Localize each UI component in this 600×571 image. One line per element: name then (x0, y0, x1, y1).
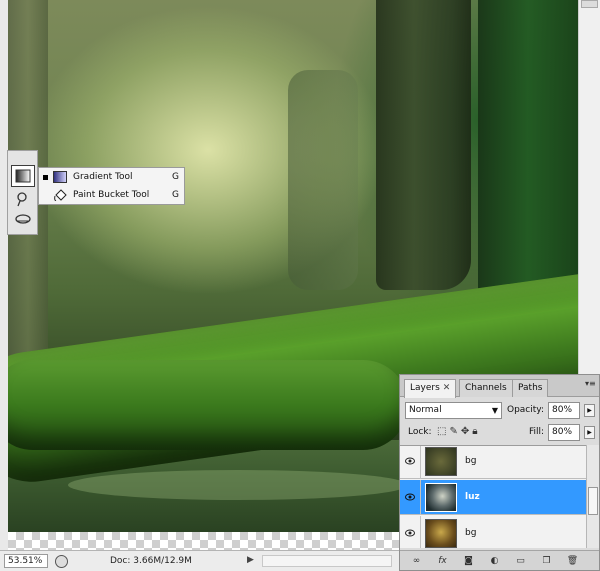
layer-row[interactable]: luz (400, 480, 586, 515)
opacity-slider-arrow-icon[interactable]: ▶ (584, 404, 595, 417)
lock-paint-icon[interactable]: ✎ (449, 426, 460, 437)
dodge-tool-button[interactable] (11, 188, 35, 210)
gradient-tool-button[interactable] (11, 165, 35, 187)
tab-layers[interactable]: Layers ✕ (404, 379, 457, 398)
gradient-icon (15, 169, 31, 183)
flyout-item-shortcut: G (172, 172, 179, 182)
tab-channels[interactable]: Channels (459, 379, 513, 397)
zoom-field[interactable]: 53.51% (4, 554, 48, 568)
layer-row[interactable]: bg (400, 516, 586, 548)
chevron-down-icon: ▼ (491, 406, 498, 415)
new-layer-icon[interactable]: ❐ (540, 555, 553, 567)
tab-label: Channels (465, 383, 507, 393)
fill-input[interactable]: 80% (548, 424, 580, 441)
mask-icon[interactable]: ◙ (462, 555, 475, 567)
tool-flyout-menu: Gradient Tool G Paint Bucket Tool G (38, 167, 185, 205)
panel-menu-icon[interactable]: ▾≡ (585, 379, 596, 388)
scroll-grip[interactable] (588, 487, 598, 515)
tree-trunk-mid (288, 70, 358, 290)
tab-label: Paths (518, 383, 543, 393)
panel-tabs: Layers ✕ Channels Paths ▾≡ (400, 375, 599, 398)
eye-icon[interactable] (405, 529, 415, 537)
close-icon[interactable]: ✕ (443, 383, 451, 393)
layer-name: luz (465, 492, 480, 502)
layer-list: bg luz bg (400, 445, 586, 548)
dodge-icon (17, 192, 27, 207)
flyout-item-shortcut: G (172, 190, 179, 200)
lock-move-icon[interactable]: ✥ (461, 426, 472, 437)
adjustment-icon[interactable]: ◐ (488, 555, 501, 567)
layers-panel: Layers ✕ Channels Paths ▾≡ Normal ▼ Opaci… (399, 374, 600, 571)
paint-bucket-icon (54, 189, 67, 201)
lock-label: Lock: (408, 427, 432, 437)
trash-icon[interactable]: 🗑︎ (566, 555, 579, 567)
mossy-log-front (8, 360, 408, 450)
tree-trunk-center (376, 0, 471, 290)
fill-label: Fill: (529, 427, 545, 437)
layer-thumbnail (425, 447, 457, 476)
layer-name: bg (465, 528, 477, 538)
divider (420, 480, 421, 515)
status-menu-arrow-icon[interactable]: ▶ (247, 555, 254, 565)
layer-thumbnail (425, 483, 457, 512)
gradient-icon (53, 171, 67, 183)
photoshop-window: 53.51% Doc: 3.66M/12.9M ▶ Gradient Tool … (0, 0, 600, 571)
eye-icon[interactable] (405, 493, 415, 501)
active-bullet-icon (43, 175, 48, 180)
eye-icon[interactable] (405, 457, 415, 465)
opacity-input[interactable]: 80% (548, 402, 580, 419)
lock-all-icon[interactable]: 🔒︎ (472, 426, 480, 437)
layer-name: bg (465, 456, 477, 466)
flyout-item-label: Gradient Tool (73, 172, 133, 182)
flyout-item-label: Paint Bucket Tool (73, 190, 150, 200)
lock-icons[interactable]: ⬚✎✥🔒︎ (437, 426, 481, 437)
layers-footer: ∞ fx ◙ ◐ ▭ ❐ 🗑︎ (400, 550, 599, 570)
folder-icon[interactable]: ▭ (514, 555, 527, 567)
horizontal-scrollbar[interactable] (262, 555, 392, 567)
tab-label: Layers (410, 383, 440, 393)
fx-icon[interactable]: fx (436, 555, 449, 567)
toolbar-strip (7, 150, 38, 235)
divider (420, 446, 421, 479)
fill-slider-arrow-icon[interactable]: ▶ (584, 426, 595, 439)
smudge-icon (15, 214, 31, 224)
blend-mode-select[interactable]: Normal ▼ (405, 402, 502, 419)
link-icon[interactable]: ∞ (410, 555, 423, 567)
flyout-item-paint-bucket[interactable]: Paint Bucket Tool G (39, 187, 184, 205)
opacity-label: Opacity: (507, 405, 544, 415)
tab-paths[interactable]: Paths (512, 379, 549, 397)
doc-info: Doc: 3.66M/12.9M (110, 556, 192, 566)
blend-row: Normal ▼ Opacity: 80% ▶ (400, 402, 599, 420)
vertical-scroll-thumb[interactable] (581, 0, 598, 8)
flyout-item-gradient[interactable]: Gradient Tool G (39, 169, 184, 187)
pen-tool-button[interactable] (11, 209, 35, 231)
layer-thumbnail (425, 519, 457, 548)
status-info-icon[interactable] (55, 555, 68, 568)
lock-transparent-icon[interactable]: ⬚ (437, 426, 449, 437)
layer-row[interactable]: bg (400, 446, 586, 479)
layer-list-scrollbar[interactable] (586, 445, 599, 548)
blend-mode-value: Normal (409, 405, 442, 415)
water-reflection (68, 470, 408, 500)
lock-row: Lock: ⬚✎✥🔒︎ Fill: 80% ▶ (400, 424, 599, 442)
divider (420, 516, 421, 548)
